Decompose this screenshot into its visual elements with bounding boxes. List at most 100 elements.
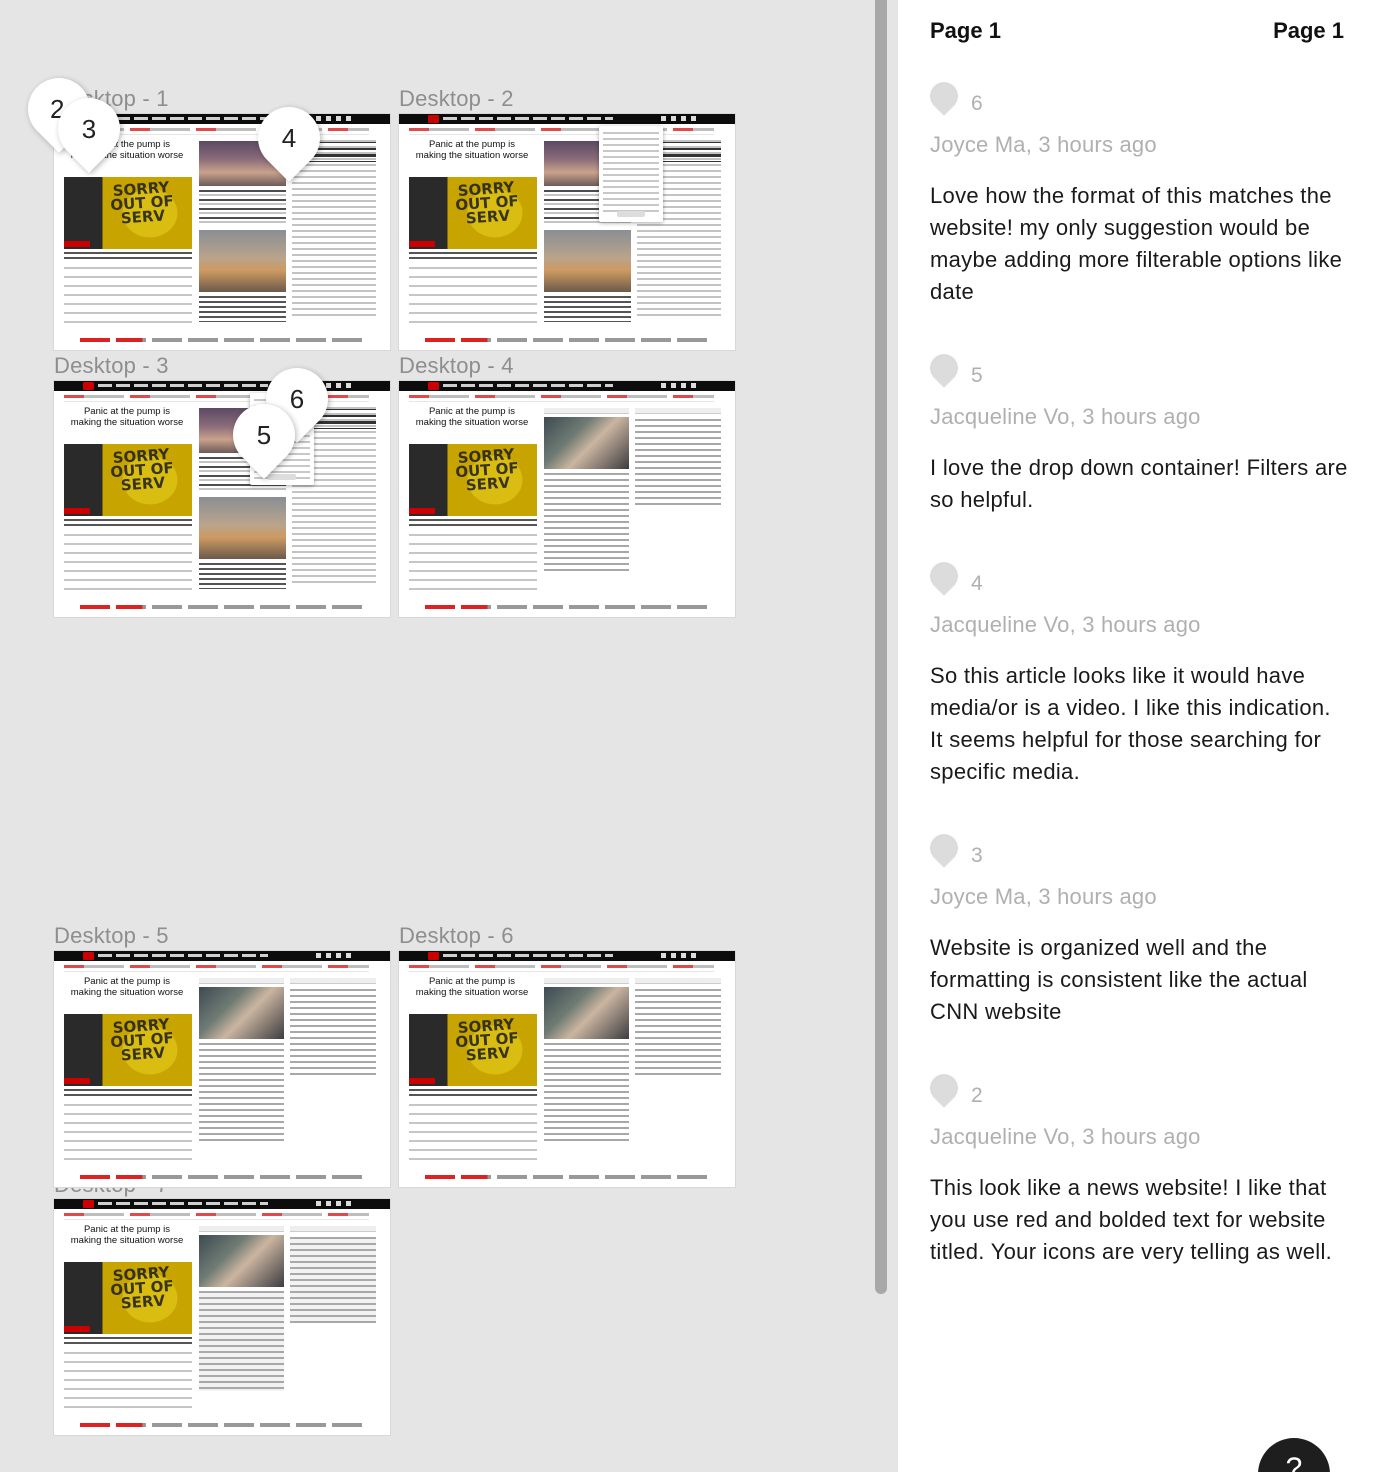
footer-links [80, 605, 365, 609]
comment-pin-4-number[interactable]: 4 [258, 107, 320, 169]
comment-body: So this article looks like it would have… [930, 663, 1331, 784]
footer-links [425, 1175, 710, 1179]
world-section-bar [199, 978, 284, 984]
comment-item[interactable]: 4 Jacqueline Vo, 3 hours ago So this art… [924, 556, 1350, 792]
world-article-image [199, 987, 284, 1039]
frame-label-desktop-5[interactable]: Desktop - 5 [54, 923, 169, 949]
nav-icons [661, 953, 701, 958]
nav-links [98, 117, 268, 120]
divider [409, 134, 714, 135]
page-title: Page 1 [930, 18, 1001, 43]
comment-item[interactable]: 6 Joyce Ma, 3 hours ago Love how the for… [924, 76, 1350, 312]
mid-article-text-2 [199, 563, 286, 589]
cnn-logo [428, 952, 439, 960]
comment-number: 3 [971, 844, 983, 867]
comment-body: I love the drop down container! Filters … [930, 455, 1348, 512]
us-article-text [290, 989, 376, 1075]
comment-pin-5-number[interactable]: 5 [233, 404, 295, 466]
nav-icons [661, 116, 701, 121]
cnn-logo [83, 1200, 94, 1208]
page-selector[interactable]: Page 1 [1273, 18, 1344, 44]
story-headline-lines [409, 1089, 537, 1099]
comment-pin-3-number[interactable]: 3 [58, 98, 120, 160]
cnn-logo [83, 382, 94, 390]
live-tag [409, 1078, 435, 1084]
nav-icons [316, 953, 356, 958]
divider [409, 971, 714, 972]
story-list [64, 267, 192, 327]
live-tag [64, 1078, 90, 1084]
frame-headline: Panic at the pump is making the situatio… [70, 1224, 184, 1246]
story-list [64, 534, 192, 594]
frame-nav-bar [399, 114, 735, 124]
frame-desktop-6[interactable]: Panic at the pump is making the situatio… [399, 951, 735, 1187]
canvas-scrollbar-thumb[interactable] [875, 0, 887, 1294]
design-canvas[interactable]: Desktop - 1 Desktop - 2 Desktop - 3 Desk… [0, 0, 872, 1472]
story-headline-lines [64, 252, 192, 262]
world-article-text [199, 1291, 284, 1391]
apply-button [617, 211, 645, 217]
frame-desktop-7[interactable]: Panic at the pump is making the situatio… [54, 1199, 390, 1435]
frame-nav-bar [54, 951, 390, 961]
us-article-text [635, 989, 721, 1075]
comment-number: 4 [971, 572, 983, 595]
world-article-text [199, 1043, 284, 1143]
story-headline-lines [409, 252, 537, 262]
comment-number: 6 [971, 92, 983, 115]
frame-desktop-2[interactable]: Panic at the pump is making the situatio… [399, 114, 735, 350]
comment-pin-icon [924, 828, 964, 868]
frame-desktop-5[interactable]: Panic at the pump is making the situatio… [54, 951, 390, 1187]
comment-body: This look like a news website! I like th… [930, 1175, 1333, 1264]
hero-sign-text: SORRY OUT OF SERV [109, 1015, 175, 1065]
cnn-logo [428, 382, 439, 390]
world-section-bar [544, 978, 629, 984]
us-article-text [290, 1237, 376, 1323]
comment-author-time: Joyce Ma, 3 hours ago [930, 884, 1157, 909]
comment-item[interactable]: 3 Joyce Ma, 3 hours ago Website is organ… [924, 828, 1350, 1034]
world-section-bar [544, 408, 629, 414]
subnav [409, 395, 714, 398]
frame-nav-bar [399, 381, 735, 391]
divider [64, 971, 369, 972]
story-list [64, 1104, 192, 1164]
world-article-text [544, 1043, 629, 1143]
story-headline-lines [64, 1337, 192, 1347]
us-section-bar [290, 1226, 376, 1232]
comment-item[interactable]: 5 Jacqueline Vo, 3 hours ago I love the … [924, 348, 1350, 524]
subnav [409, 965, 714, 968]
nav-links [98, 954, 268, 957]
hero-sign-text: SORRY OUT OF SERV [109, 445, 175, 495]
comment-body: Website is organized well and the format… [930, 935, 1308, 1024]
us-section-bar [290, 978, 376, 984]
live-tag [409, 241, 435, 247]
cnn-logo [83, 952, 94, 960]
story-list [409, 267, 537, 327]
mid-article-image-2 [544, 230, 631, 292]
hero-sign-text: SORRY OUT OF SERV [454, 1015, 520, 1065]
subnav [64, 965, 369, 968]
nav-links [98, 1202, 268, 1205]
story-list [64, 1352, 192, 1412]
frame-label-desktop-3[interactable]: Desktop - 3 [54, 353, 169, 379]
comment-pin-icon [924, 1068, 964, 1108]
hero-sign-text: SORRY OUT OF SERV [109, 1263, 175, 1313]
world-section-bar [199, 1226, 284, 1232]
frame-headline: Panic at the pump is making the situatio… [70, 976, 184, 998]
comment-author-time: Jacqueline Vo, 3 hours ago [930, 404, 1201, 429]
frame-label-desktop-2[interactable]: Desktop - 2 [399, 86, 514, 112]
comments-sidebar: Page 1 Page 1 6 Joyce Ma, 3 hours ago Lo… [898, 0, 1378, 1472]
nav-icons [661, 383, 701, 388]
frame-headline: Panic at the pump is making the situatio… [70, 406, 184, 428]
frame-label-desktop-6[interactable]: Desktop - 6 [399, 923, 514, 949]
live-tag [64, 508, 90, 514]
comment-item[interactable]: 2 Jacqueline Vo, 3 hours ago This look l… [924, 1068, 1350, 1304]
us-section-bar [635, 408, 721, 414]
frame-desktop-3[interactable]: Panic at the pump is making the situatio… [54, 381, 390, 617]
comment-pin-icon [924, 556, 964, 596]
world-article-text [544, 473, 629, 573]
frame-label-desktop-4[interactable]: Desktop - 4 [399, 353, 514, 379]
hero-sign-text: SORRY OUT OF SERV [454, 445, 520, 495]
live-tag [64, 1326, 90, 1332]
frame-desktop-4[interactable]: Panic at the pump is making the situatio… [399, 381, 735, 617]
cnn-logo [428, 115, 439, 123]
